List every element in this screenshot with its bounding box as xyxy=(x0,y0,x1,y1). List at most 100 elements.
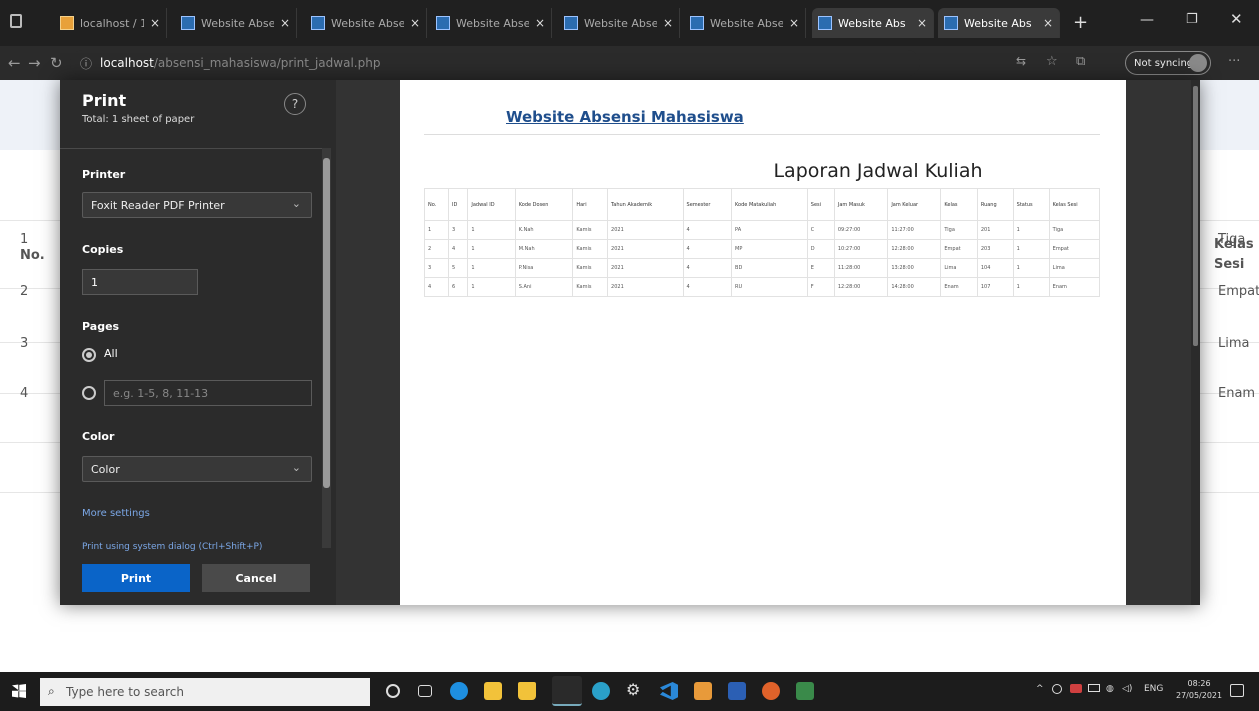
table-cell: 2021 xyxy=(607,258,684,278)
pages-range-input[interactable]: e.g. 1-5, 8, 11-13 xyxy=(104,380,312,406)
browser-tab[interactable]: Website Absen × xyxy=(558,8,680,38)
scroll-thumb[interactable] xyxy=(1193,86,1198,346)
word-icon[interactable] xyxy=(728,682,746,700)
profile-sync-button[interactable]: Not syncing xyxy=(1125,51,1211,75)
copies-input[interactable]: 1 xyxy=(82,269,198,295)
notification-icon[interactable] xyxy=(1230,684,1244,697)
edge-active-icon[interactable] xyxy=(592,682,610,700)
help-icon[interactable]: ? xyxy=(284,93,306,115)
scroll-thumb[interactable] xyxy=(323,158,330,488)
panel-scrollbar[interactable] xyxy=(322,148,331,548)
browser-tab[interactable]: Website Absen × xyxy=(305,8,427,38)
cortana-icon[interactable] xyxy=(386,684,400,698)
reading-icon[interactable]: ⇆ xyxy=(1016,54,1026,68)
printer-value: Foxit Reader PDF Printer xyxy=(91,198,225,212)
table-cell: MP xyxy=(731,239,808,259)
color-value: Color xyxy=(91,462,120,476)
preview-scrollbar[interactable] xyxy=(1191,80,1200,605)
color-select[interactable]: Color ⌄ xyxy=(82,456,312,482)
url-input[interactable]: ⓘ localhost /absensi_mahasiswa/print_jad… xyxy=(70,50,920,76)
screen: localhost / 1×Website Absen×Website Abse… xyxy=(0,0,1259,711)
battery-icon[interactable] xyxy=(1088,684,1100,692)
info-icon: ⓘ xyxy=(80,56,93,71)
settings-gear-icon[interactable]: ⚙ xyxy=(626,680,644,699)
browser-tab[interactable]: Website Absen × xyxy=(175,8,297,38)
print-summary: Total: 1 sheet of paper xyxy=(82,114,195,125)
cancel-button[interactable]: Cancel xyxy=(202,564,310,592)
table-cell: 6 xyxy=(448,277,469,297)
collections-icon[interactable]: ⧉ xyxy=(1076,54,1085,69)
table-cell: 5 xyxy=(448,258,469,278)
active-app-icon[interactable] xyxy=(552,676,582,706)
browser-tab[interactable]: Website Absen × xyxy=(684,8,806,38)
system-dialog-link[interactable]: Print using system dialog (Ctrl+Shift+P) xyxy=(82,542,262,552)
close-tab-icon[interactable]: × xyxy=(1043,16,1053,30)
pages-all-radio[interactable] xyxy=(82,348,96,362)
table-cell: 09:27:00 xyxy=(833,220,889,240)
browser-tab[interactable]: Website Absen × xyxy=(430,8,552,38)
table-cell: 107 xyxy=(976,277,1014,297)
edge-icon[interactable] xyxy=(450,682,468,700)
vscode-icon[interactable] xyxy=(660,682,678,700)
maximize-icon[interactable]: ❐ xyxy=(1186,12,1198,27)
printer-label: Printer xyxy=(82,168,126,181)
close-tab-icon[interactable]: × xyxy=(280,16,290,30)
tray-chevron-icon[interactable]: ^ xyxy=(1036,684,1044,694)
column-header: Status xyxy=(1012,188,1050,221)
tray-app-icon[interactable] xyxy=(1070,684,1082,693)
table-cell: 201 xyxy=(976,220,1014,240)
refresh-icon[interactable]: ↻ xyxy=(50,54,63,72)
printer-select[interactable]: Foxit Reader PDF Printer ⌄ xyxy=(82,192,312,218)
forward-icon[interactable]: → xyxy=(28,54,41,72)
table-cell: K.Nah xyxy=(514,220,574,240)
taskbar-search-input[interactable]: ⌕ Type here to search xyxy=(40,678,370,706)
column-header: Semester xyxy=(682,188,733,221)
window-menu-icon[interactable] xyxy=(10,14,22,28)
app-icon[interactable] xyxy=(796,682,814,700)
more-settings-link[interactable]: More settings xyxy=(82,508,150,519)
browser-tab[interactable]: Website Abs × xyxy=(938,8,1060,38)
volume-icon[interactable]: ◁) xyxy=(1122,684,1132,694)
more-icon[interactable]: ··· xyxy=(1228,54,1240,69)
bg-row-no: 2 xyxy=(20,284,29,299)
table-cell: 11:27:00 xyxy=(887,220,942,240)
table-cell: 2021 xyxy=(607,277,684,297)
close-tab-icon[interactable]: × xyxy=(789,16,799,30)
windows-start-icon[interactable] xyxy=(12,684,26,698)
pages-range-radio[interactable] xyxy=(82,386,96,400)
print-button[interactable]: Print xyxy=(82,564,190,592)
firefox-icon[interactable] xyxy=(762,682,780,700)
page-icon xyxy=(564,16,578,30)
browser-tab[interactable]: Website Abs × xyxy=(812,8,934,38)
favorite-icon[interactable]: ☆ xyxy=(1046,54,1058,69)
task-view-icon[interactable] xyxy=(418,685,432,697)
close-tab-icon[interactable]: × xyxy=(663,16,673,30)
tab-label: Website Absen xyxy=(331,16,404,30)
bg-row-no: 3 xyxy=(20,336,29,351)
new-tab-button[interactable]: + xyxy=(1073,12,1088,33)
clock-date: 27/05/2021 xyxy=(1176,691,1223,700)
close-tab-icon[interactable]: × xyxy=(917,16,927,30)
browser-tab-bar: localhost / 1×Website Absen×Website Abse… xyxy=(0,0,1259,46)
table-cell: 3 xyxy=(423,258,450,278)
network-icon[interactable]: ◍ xyxy=(1106,684,1114,694)
app-icon[interactable] xyxy=(694,682,712,700)
bg-header-no: No. xyxy=(20,248,45,263)
clock[interactable]: 08:26 27/05/2021 xyxy=(1176,678,1222,702)
color-label: Color xyxy=(82,430,115,443)
store-icon[interactable] xyxy=(518,682,536,700)
table-cell: 2021 xyxy=(607,220,684,240)
table-cell: 12:28:00 xyxy=(833,277,889,297)
close-tab-icon[interactable]: × xyxy=(535,16,545,30)
table-row: 2 4 1 M.Nah Kamis 2021 4 MP D 10:27:00 12:28:00 Emp… xyxy=(423,239,1101,259)
close-tab-icon[interactable]: × xyxy=(150,16,160,30)
language-indicator[interactable]: ENG xyxy=(1144,684,1163,694)
back-icon[interactable]: ← xyxy=(8,54,21,72)
browser-tab[interactable]: localhost / 1 × xyxy=(54,8,167,38)
table-cell: S.Ani xyxy=(514,277,574,297)
close-tab-icon[interactable]: × xyxy=(410,16,420,30)
tray-icon[interactable] xyxy=(1052,684,1062,694)
file-explorer-icon[interactable] xyxy=(484,682,502,700)
close-window-icon[interactable]: ✕ xyxy=(1230,10,1243,28)
minimize-icon[interactable]: — xyxy=(1140,12,1154,28)
